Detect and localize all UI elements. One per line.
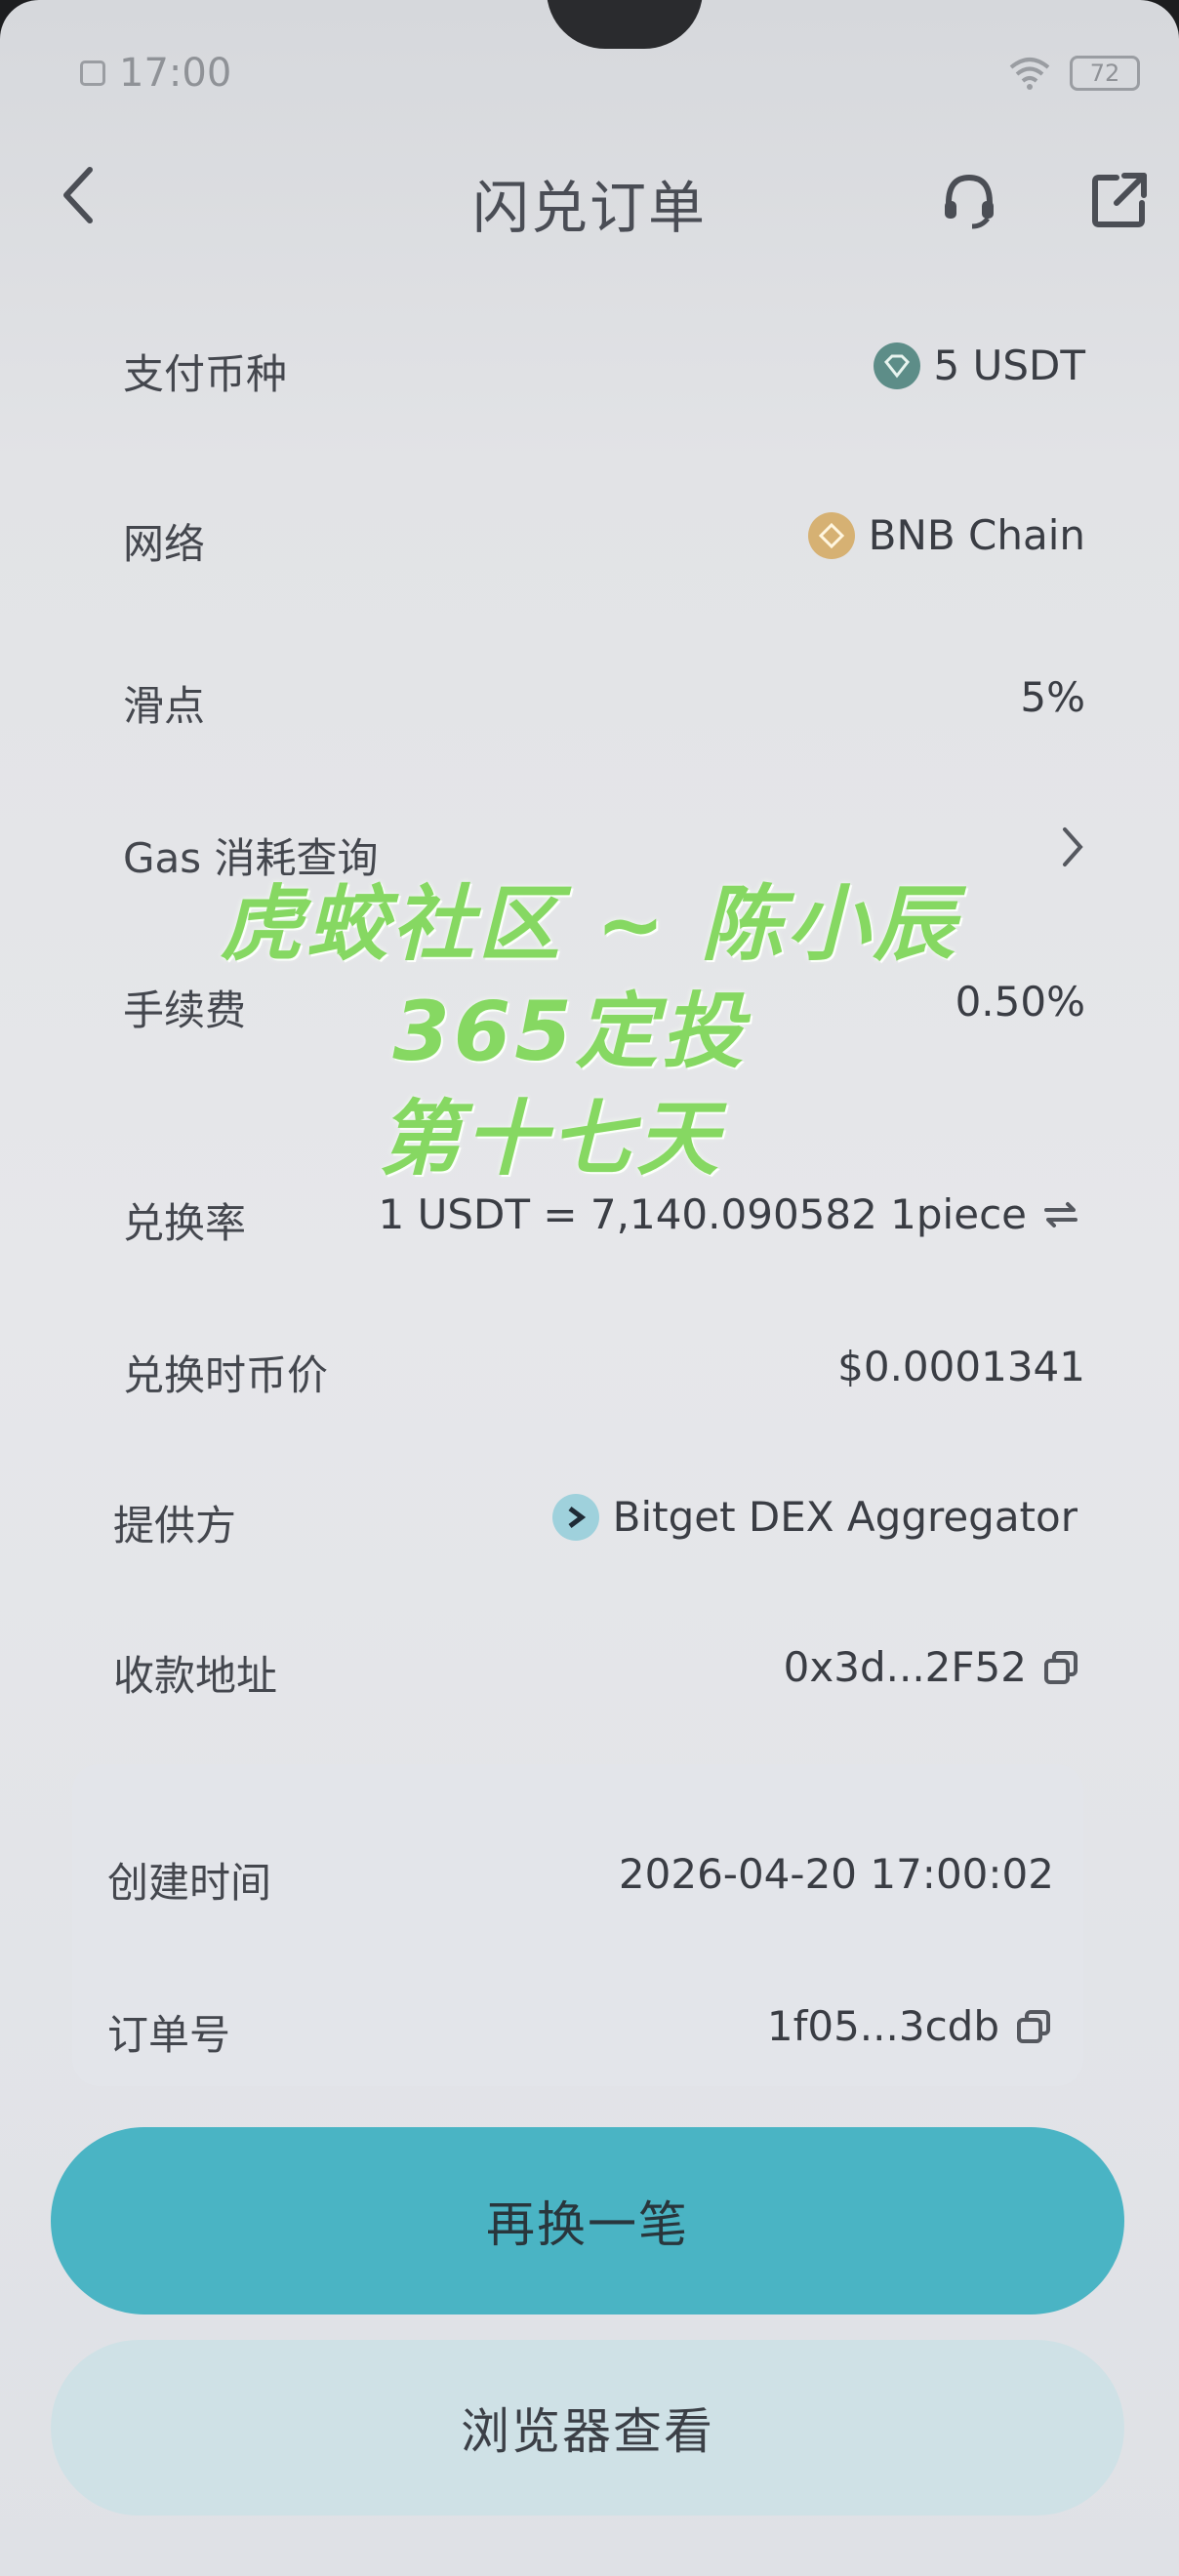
row-label: 滑点	[123, 682, 206, 730]
wifi-icon	[1009, 58, 1050, 90]
swap-icon[interactable]	[1040, 1194, 1081, 1235]
row-slippage: 滑点 5%	[0, 644, 1179, 742]
order-info-card: 创建时间 2026-04-20 17:00:02 订单号 1f05...3cdb	[72, 1764, 1083, 2086]
row-value: BNB Chain	[868, 511, 1085, 559]
row-price: 兑换时币价 $0.0001341	[0, 1313, 1179, 1411]
row-label: 支付币种	[123, 350, 288, 398]
row-value: 1 USDT = 7,140.090582 1piece	[378, 1190, 1027, 1238]
row-label: 网络	[123, 520, 206, 568]
phone-screen: 17:00 72 闪兑订单 支付币种 5 USDT 网络 BNB Chain 滑…	[0, 0, 1179, 2576]
header: 闪兑订单	[0, 146, 1179, 254]
row-pay-currency: 支付币种 5 USDT	[0, 312, 1179, 410]
share-button[interactable]	[1087, 168, 1152, 232]
row-order-id: 订单号 1f05...3cdb	[72, 1973, 1083, 2071]
swap-again-button[interactable]: 再换一笔	[51, 2127, 1124, 2314]
share-icon	[1092, 173, 1147, 227]
watermark-line-2: 365定投	[392, 984, 748, 1079]
battery-indicator: 72	[1070, 56, 1140, 91]
row-value: 2026-04-20 17:00:02	[618, 1850, 1054, 1898]
row-provider: 提供方 Bitget DEX Aggregator	[0, 1464, 1179, 1561]
status-bar: 17:00 72	[0, 39, 1179, 107]
watermark-line-1: 虎蛟社区 ~ 陈小辰	[220, 876, 959, 972]
row-address: 收款地址 0x3d...2F52	[0, 1614, 1179, 1711]
bitget-icon	[551, 1493, 599, 1541]
row-created-time: 创建时间 2026-04-20 17:00:02	[72, 1821, 1083, 1918]
copy-icon[interactable]	[1040, 1647, 1081, 1688]
row-label: 兑换率	[123, 1199, 247, 1247]
watermark-line-3: 第十七天	[378, 1091, 722, 1187]
row-label: 收款地址	[113, 1652, 278, 1700]
row-label: 创建时间	[107, 1859, 272, 1907]
row-network: 网络 BNB Chain	[0, 482, 1179, 580]
row-value: 0x3d...2F52	[783, 1643, 1027, 1691]
view-in-explorer-button[interactable]: 浏览器查看	[51, 2340, 1124, 2516]
notification-icon	[80, 60, 105, 86]
support-icon	[945, 174, 994, 229]
status-time: 17:00	[119, 51, 232, 96]
row-value: 5 USDT	[933, 342, 1085, 389]
row-label: 订单号	[107, 2011, 231, 2059]
row-value: $0.0001341	[837, 1343, 1085, 1390]
bnb-coin-icon	[807, 511, 855, 559]
row-label: 提供方	[113, 1502, 237, 1550]
row-value: 5%	[1020, 673, 1085, 721]
page-title: 闪兑订单	[471, 175, 707, 241]
row-value: Bitget DEX Aggregator	[612, 1493, 1077, 1541]
usdt-coin-icon	[873, 342, 920, 389]
copy-icon[interactable]	[1013, 2006, 1054, 2047]
row-label: 兑换时币价	[123, 1351, 329, 1399]
row-value: 1f05...3cdb	[766, 2002, 999, 2050]
support-button[interactable]	[937, 168, 1001, 232]
